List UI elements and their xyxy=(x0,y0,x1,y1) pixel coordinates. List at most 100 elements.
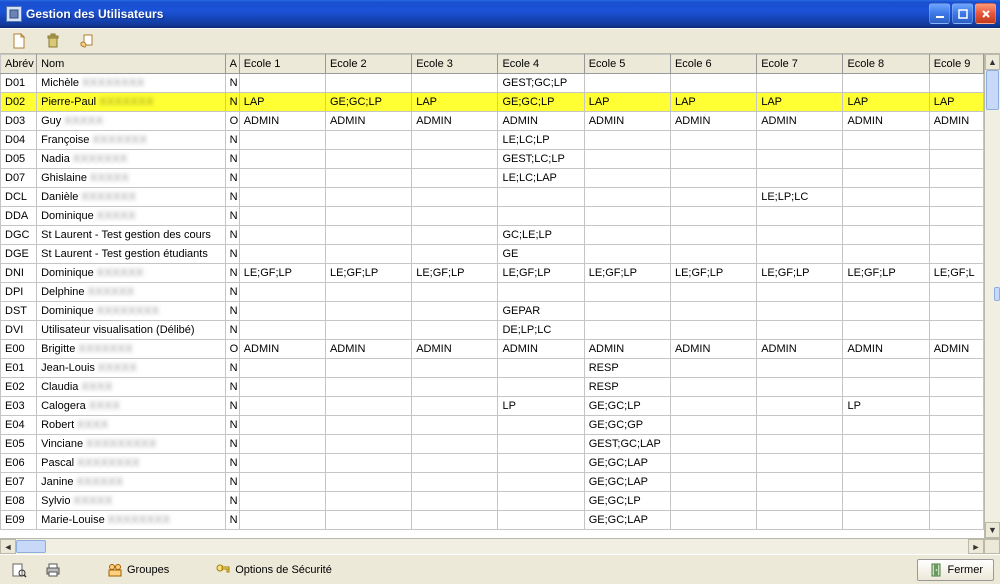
cell-abrev[interactable]: E07 xyxy=(1,473,37,492)
col-nom[interactable]: Nom xyxy=(37,55,226,74)
cell-ecole[interactable] xyxy=(498,473,584,492)
cell-ecole[interactable] xyxy=(843,131,929,150)
cell-abrev[interactable]: D04 xyxy=(1,131,37,150)
cell-abrev[interactable]: DST xyxy=(1,302,37,321)
cell-nom[interactable]: Ghislaine XXXXX xyxy=(37,169,226,188)
cell-ecole[interactable] xyxy=(929,150,983,169)
cell-ecole[interactable] xyxy=(670,169,756,188)
new-button[interactable] xyxy=(6,30,32,52)
cell-ecole[interactable] xyxy=(670,207,756,226)
cell-ecole[interactable] xyxy=(325,511,411,530)
col-abrev[interactable]: Abrév xyxy=(1,55,37,74)
hscroll-thumb[interactable] xyxy=(16,540,46,553)
cell-ecole[interactable] xyxy=(498,416,584,435)
cell-ecole[interactable] xyxy=(670,416,756,435)
table-row[interactable]: D05Nadia XXXXXXXNGEST;LC;LP xyxy=(1,150,984,169)
cell-ecole[interactable]: GE;GC;LP xyxy=(498,93,584,112)
scroll-down-arrow[interactable]: ▼ xyxy=(985,522,1000,538)
cell-ecole[interactable] xyxy=(757,302,843,321)
cell-ecole[interactable]: ADMIN xyxy=(670,112,756,131)
cell-a[interactable]: N xyxy=(225,74,239,93)
cell-ecole[interactable]: GC;LE;LP xyxy=(498,226,584,245)
cell-abrev[interactable]: E06 xyxy=(1,454,37,473)
cell-abrev[interactable]: E04 xyxy=(1,416,37,435)
table-row[interactable]: D03Guy XXXXXOADMINADMINADMINADMINADMINAD… xyxy=(1,112,984,131)
cell-ecole[interactable] xyxy=(757,359,843,378)
table-row[interactable]: E03Calogera XXXXNLPGE;GC;LPLP xyxy=(1,397,984,416)
cell-a[interactable]: N xyxy=(225,397,239,416)
cell-ecole[interactable] xyxy=(239,150,325,169)
table-row[interactable]: E05Vinciane XXXXXXXXXNGEST;GC;LAP xyxy=(1,435,984,454)
cell-ecole[interactable] xyxy=(929,492,983,511)
cell-ecole[interactable]: LE;GF;LP xyxy=(325,264,411,283)
cell-ecole[interactable] xyxy=(929,397,983,416)
cell-a[interactable]: N xyxy=(225,264,239,283)
users-grid[interactable]: Abrév Nom A Ecole 1 Ecole 2 Ecole 3 Ecol… xyxy=(0,54,984,530)
cell-ecole[interactable] xyxy=(325,150,411,169)
cell-nom[interactable]: Brigitte XXXXXXX xyxy=(37,340,226,359)
cell-ecole[interactable] xyxy=(929,435,983,454)
cell-ecole[interactable] xyxy=(325,321,411,340)
cell-ecole[interactable]: GE;GC;LAP xyxy=(584,473,670,492)
cell-ecole[interactable]: LE;GF;LP xyxy=(584,264,670,283)
cell-ecole[interactable] xyxy=(670,302,756,321)
cell-abrev[interactable]: E01 xyxy=(1,359,37,378)
minimize-button[interactable] xyxy=(929,3,950,24)
cell-ecole[interactable] xyxy=(498,378,584,397)
cell-ecole[interactable]: LE;GF;L xyxy=(929,264,983,283)
cell-abrev[interactable]: DGE xyxy=(1,245,37,264)
cell-ecole[interactable] xyxy=(325,169,411,188)
cell-ecole[interactable] xyxy=(239,435,325,454)
cell-ecole[interactable]: LAP xyxy=(584,93,670,112)
cell-nom[interactable]: Dominique XXXXXXXX xyxy=(37,302,226,321)
cell-a[interactable]: N xyxy=(225,359,239,378)
cell-ecole[interactable] xyxy=(239,245,325,264)
table-row[interactable]: E07Janine XXXXXXNGE;GC;LAP xyxy=(1,473,984,492)
cell-ecole[interactable] xyxy=(239,302,325,321)
print-button[interactable] xyxy=(40,559,66,581)
cell-ecole[interactable] xyxy=(929,359,983,378)
cell-ecole[interactable]: ADMIN xyxy=(498,340,584,359)
cell-ecole[interactable]: ADMIN xyxy=(757,112,843,131)
cell-ecole[interactable] xyxy=(239,416,325,435)
cell-abrev[interactable]: D02 xyxy=(1,93,37,112)
cell-ecole[interactable] xyxy=(757,454,843,473)
cell-abrev[interactable]: D05 xyxy=(1,150,37,169)
cell-nom[interactable]: Guy XXXXX xyxy=(37,112,226,131)
cell-ecole[interactable]: LE;LP;LC xyxy=(757,188,843,207)
cell-a[interactable]: N xyxy=(225,321,239,340)
cell-nom[interactable]: Pascal XXXXXXXX xyxy=(37,454,226,473)
cell-ecole[interactable] xyxy=(498,454,584,473)
cell-ecole[interactable] xyxy=(239,321,325,340)
cell-ecole[interactable] xyxy=(929,302,983,321)
cell-ecole[interactable] xyxy=(843,511,929,530)
cell-ecole[interactable] xyxy=(843,321,929,340)
cell-ecole[interactable]: GE;GC;LP xyxy=(584,492,670,511)
cell-ecole[interactable]: LE;GF;LP xyxy=(412,264,498,283)
table-row[interactable]: E06Pascal XXXXXXXXNGE;GC;LAP xyxy=(1,454,984,473)
cell-a[interactable]: N xyxy=(225,150,239,169)
cell-ecole[interactable] xyxy=(757,321,843,340)
cell-nom[interactable]: Calogera XXXX xyxy=(37,397,226,416)
table-row[interactable]: E08Sylvio XXXXXNGE;GC;LP xyxy=(1,492,984,511)
cell-ecole[interactable]: LAP xyxy=(412,93,498,112)
scroll-track[interactable] xyxy=(985,70,1000,522)
table-row[interactable]: DNIDominique XXXXXXNLE;GF;LPLE;GF;LPLE;G… xyxy=(1,264,984,283)
cell-ecole[interactable]: LE;GF;LP xyxy=(843,264,929,283)
scroll-right-arrow[interactable]: ► xyxy=(968,539,984,554)
cell-ecole[interactable] xyxy=(239,454,325,473)
cell-ecole[interactable]: LAP xyxy=(757,93,843,112)
cell-ecole[interactable] xyxy=(325,359,411,378)
cell-ecole[interactable] xyxy=(412,511,498,530)
cell-ecole[interactable] xyxy=(239,473,325,492)
cell-ecole[interactable]: GE;GC;LAP xyxy=(584,454,670,473)
col-e7[interactable]: Ecole 7 xyxy=(757,55,843,74)
cell-abrev[interactable]: DDA xyxy=(1,207,37,226)
cell-nom[interactable]: Nadia XXXXXXX xyxy=(37,150,226,169)
cell-abrev[interactable]: DGC xyxy=(1,226,37,245)
cell-a[interactable]: N xyxy=(225,207,239,226)
preview-button[interactable] xyxy=(6,559,32,581)
cell-ecole[interactable] xyxy=(325,302,411,321)
cell-nom[interactable]: Michèle XXXXXXXX xyxy=(37,74,226,93)
table-row[interactable]: D02Pierre-Paul XXXXXXXNLAPGE;GC;LPLAPGE;… xyxy=(1,93,984,112)
